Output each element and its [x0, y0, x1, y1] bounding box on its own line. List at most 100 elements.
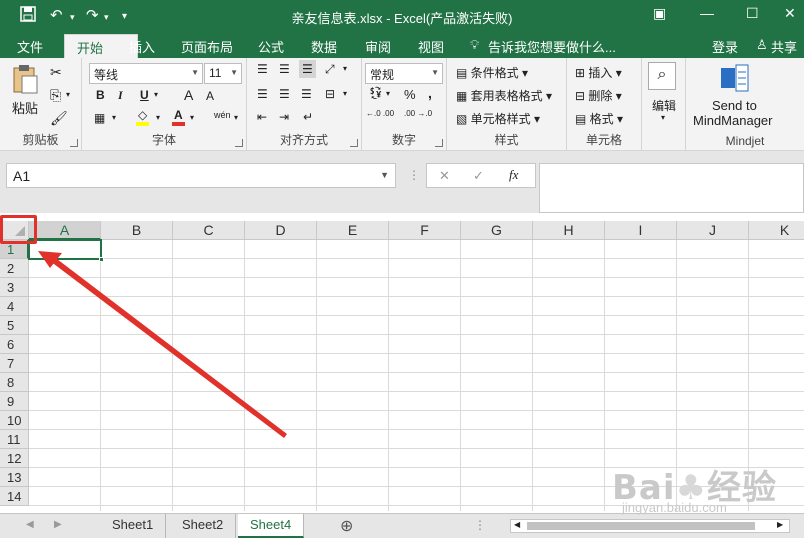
tab-formulas[interactable]: 公式 [258, 37, 284, 56]
format-table-button[interactable]: ▦ 套用表格格式 ▾ [456, 87, 552, 104]
align-center-icon[interactable]: ☰ [279, 87, 290, 101]
underline-button[interactable]: U [140, 88, 149, 102]
align-left-icon[interactable]: ☰ [257, 87, 268, 101]
row-header-3[interactable]: 3 [0, 278, 29, 297]
tell-me-search[interactable]: 告诉我您想要做什么... [488, 37, 616, 56]
align-middle-icon[interactable]: ☰ [279, 62, 290, 76]
column-header-a[interactable]: A [29, 221, 101, 240]
column-header-d[interactable]: D [245, 221, 317, 240]
row-header-4[interactable]: 4 [0, 297, 29, 316]
orientation-icon[interactable]: ⤢ [325, 62, 335, 77]
row-header-5[interactable]: 5 [0, 316, 29, 335]
tab-data[interactable]: 数据 [311, 37, 337, 56]
delete-cells-button[interactable]: ⊟ 删除 ▾ [575, 87, 622, 104]
row-header-12[interactable]: 12 [0, 449, 29, 468]
phonetic-button[interactable]: wén [214, 110, 231, 120]
row-header-9[interactable]: 9 [0, 392, 29, 411]
font-name-select[interactable]: 等线 ▼ [89, 63, 203, 84]
currency-dropdown-icon[interactable]: ▾ [386, 89, 390, 98]
paste-button[interactable]: 粘贴 [8, 64, 42, 118]
sheet-tab-sheet2[interactable]: Sheet2 [170, 514, 237, 538]
active-cell[interactable] [28, 239, 104, 262]
column-header-j[interactable]: J [677, 221, 749, 240]
row-header-13[interactable]: 13 [0, 468, 29, 487]
increase-decimal-button[interactable]: ←.0 .00 [366, 110, 398, 118]
column-header-i[interactable]: I [605, 221, 677, 240]
column-header-f[interactable]: F [389, 221, 461, 240]
border-dropdown-icon[interactable]: ▾ [112, 113, 116, 122]
fill-dropdown-icon[interactable]: ▾ [156, 113, 160, 122]
close-icon[interactable]: ✕ [784, 5, 796, 22]
increase-indent-icon[interactable]: ⇥ [279, 110, 289, 124]
maximize-icon[interactable]: ☐ [746, 5, 759, 22]
alignment-launcher-icon[interactable] [350, 139, 358, 147]
insert-function-icon[interactable]: fx [509, 167, 518, 183]
decrease-indent-icon[interactable]: ⇤ [257, 110, 267, 124]
scroll-right-icon[interactable]: ▶ [777, 520, 783, 529]
row-header-8[interactable]: 8 [0, 373, 29, 392]
column-header-c[interactable]: C [173, 221, 245, 240]
cut-icon[interactable]: ✂ [50, 64, 62, 81]
bold-button[interactable]: B [96, 88, 105, 102]
tab-home[interactable]: 开始 [64, 34, 138, 58]
column-header-k[interactable]: K [749, 221, 804, 240]
underline-dropdown-icon[interactable]: ▾ [154, 90, 158, 99]
fill-color-icon[interactable]: ◇ [136, 108, 150, 126]
column-header-b[interactable]: B [101, 221, 173, 240]
italic-button[interactable]: I [118, 88, 123, 103]
login-link[interactable]: 登录 [712, 37, 738, 56]
add-sheet-button[interactable]: ⊕ [340, 516, 353, 536]
scroll-thumb[interactable] [527, 522, 755, 530]
number-launcher-icon[interactable] [435, 139, 443, 147]
font-launcher-icon[interactable] [235, 139, 243, 147]
fill-handle[interactable] [99, 257, 104, 262]
format-cells-button[interactable]: ▤ 格式 ▾ [575, 110, 623, 127]
editing-button[interactable]: ⌕ 编辑 ▾ [648, 62, 680, 126]
border-icon[interactable]: ▦ [94, 111, 105, 125]
name-box[interactable]: A1 ▼ [6, 163, 396, 188]
column-header-g[interactable]: G [461, 221, 533, 240]
row-header-2[interactable]: 2 [0, 259, 29, 278]
enter-icon[interactable]: ✓ [473, 168, 484, 184]
phonetic-dropdown-icon[interactable]: ▾ [234, 113, 238, 122]
row-header-10[interactable]: 10 [0, 411, 29, 430]
wrap-text-icon[interactable]: ↵ [303, 110, 313, 124]
orientation-dropdown-icon[interactable]: ▾ [343, 64, 347, 73]
currency-icon[interactable]: 💱︎ [368, 86, 383, 100]
format-painter-icon[interactable]: 🖌︎ [50, 110, 68, 127]
font-size-select[interactable]: 11 ▼ [204, 63, 242, 84]
formula-input[interactable] [539, 163, 804, 213]
send-to-mindmanager-button[interactable]: Send to MindManager [686, 62, 804, 128]
row-header-6[interactable]: 6 [0, 335, 29, 354]
row-header-14[interactable]: 14 [0, 487, 29, 506]
conditional-format-button[interactable]: ▤ 条件格式 ▾ [456, 64, 528, 81]
align-right-icon[interactable]: ☰ [301, 87, 312, 101]
share-button[interactable]: 共享 [771, 37, 797, 56]
column-header-h[interactable]: H [533, 221, 605, 240]
cancel-icon[interactable]: ✕ [439, 168, 450, 184]
tab-page-layout[interactable]: 页面布局 [181, 37, 233, 56]
cell-styles-button[interactable]: ▧ 单元格样式 ▾ [456, 110, 540, 127]
font-color-dropdown-icon[interactable]: ▾ [190, 113, 194, 122]
scroll-left-icon[interactable]: ◀ [514, 520, 520, 529]
copy-icon[interactable]: ⎘ [50, 87, 61, 104]
minimize-icon[interactable]: — [700, 5, 714, 21]
tab-review[interactable]: 审阅 [365, 37, 391, 56]
grow-font-button[interactable]: A [184, 87, 193, 103]
merge-dropdown-icon[interactable]: ▾ [343, 89, 347, 98]
sheet-tab-sheet4[interactable]: Sheet4 [238, 514, 305, 538]
align-top-icon[interactable]: ☰ [257, 62, 268, 76]
number-format-select[interactable]: 常规 ▼ [365, 63, 443, 84]
comma-button[interactable]: , [428, 85, 432, 101]
insert-cells-button[interactable]: ⊞ 插入 ▾ [575, 64, 622, 81]
horizontal-scrollbar[interactable]: ◀ ▶ [510, 519, 790, 533]
align-bottom-icon[interactable]: ☰ [299, 60, 316, 78]
tab-insert[interactable]: 插入 [129, 37, 155, 56]
clipboard-launcher-icon[interactable] [70, 139, 78, 147]
prev-sheet-icon[interactable]: ◀ [26, 519, 34, 530]
decrease-decimal-button[interactable]: .00 →.0 [404, 110, 436, 118]
percent-button[interactable]: % [404, 87, 416, 102]
merge-center-icon[interactable]: ⊟ [325, 87, 335, 101]
row-header-7[interactable]: 7 [0, 354, 29, 373]
column-header-e[interactable]: E [317, 221, 389, 240]
